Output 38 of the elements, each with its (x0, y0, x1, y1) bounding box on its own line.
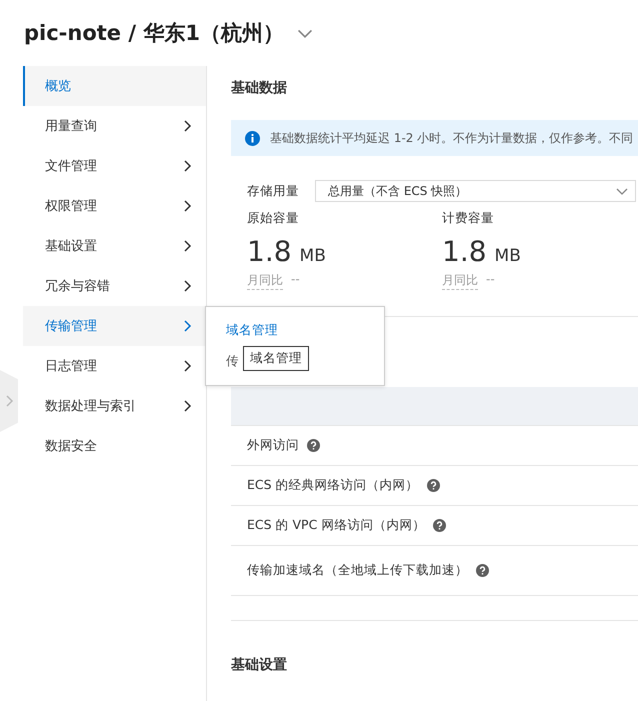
sidebar-item[interactable]: 文件管理 (23, 146, 206, 186)
compare-value: -- (486, 272, 495, 288)
help-icon[interactable] (426, 479, 440, 492)
sidebar-item[interactable]: 概览 (23, 66, 206, 106)
table-cell: 传输加速域名（全地域上传下载加速） (247, 562, 468, 579)
section-title: 基础数据 (231, 79, 288, 98)
table-cell: ECS 的经典网络访问（内网） (247, 477, 419, 494)
metric-unit: MB (494, 246, 521, 266)
sidebar-item[interactable]: 冗余与容错 (23, 266, 206, 306)
metric-label: 原始容量 (247, 210, 300, 227)
table-cell: ECS 的 VPC 网络访问（内网） (247, 517, 426, 534)
section-title: 基础设置 (231, 656, 288, 675)
sidebar-item[interactable]: 传输管理 (23, 306, 206, 346)
metric-unit: MB (300, 246, 326, 266)
help-icon[interactable] (476, 564, 489, 577)
info-icon (245, 130, 260, 146)
help-icon[interactable] (307, 439, 320, 452)
sidebar-item[interactable]: 数据安全 (23, 426, 206, 466)
metric-value: 1.8 (247, 235, 292, 268)
sidebar-item[interactable]: 数据处理与索引 (23, 386, 206, 426)
submenu-item[interactable]: 域名管理 (226, 315, 278, 346)
metric-label: 计费容量 (442, 210, 495, 227)
sidebar-item[interactable]: 权限管理 (23, 186, 206, 226)
sidebar-item[interactable]: 日志管理 (23, 346, 206, 386)
sidebar-item[interactable]: 用量查询 (23, 106, 206, 146)
compare-label: 月同比 (442, 272, 478, 290)
metric-value: 1.8 (442, 235, 487, 268)
notice-text: 基础数据统计平均延迟 1-2 小时。不作为计量数据，仅作参考。不同 (270, 130, 634, 146)
compare-value: -- (291, 272, 300, 288)
sidebar-item[interactable]: 基础设置 (23, 226, 206, 266)
storage-select[interactable]: 总用量（不含 ECS 快照） (315, 180, 636, 202)
table-cell: 外网访问 (247, 437, 299, 454)
compare-label: 月同比 (247, 272, 283, 290)
field-label: 存储用量 (247, 182, 299, 200)
tooltip: 域名管理 (243, 346, 309, 371)
help-icon[interactable] (433, 519, 446, 532)
page-title: pic-note / 华东1（杭州） (24, 20, 284, 47)
submenu-item[interactable]: 传 (226, 346, 239, 377)
